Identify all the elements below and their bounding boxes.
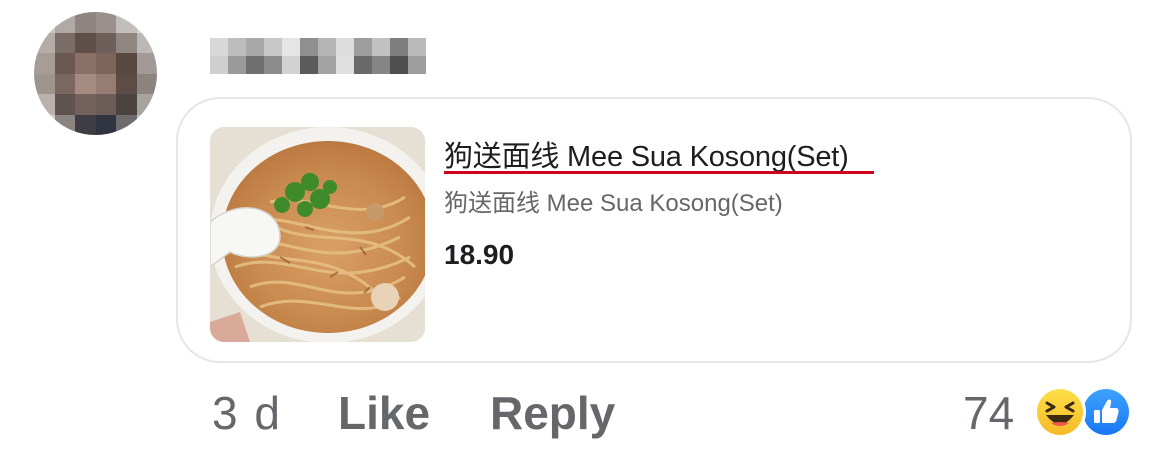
- name-pixel: [354, 56, 372, 74]
- avatar-pixel: [34, 53, 55, 74]
- name-pixel: [264, 56, 282, 74]
- avatar-pixel: [34, 94, 55, 115]
- avatar-pixel: [75, 12, 96, 33]
- avatar-pixel: [95, 12, 116, 33]
- avatar-pixel: [95, 114, 116, 135]
- reply-button[interactable]: Reply: [490, 383, 615, 443]
- avatar-pixel: [54, 94, 75, 115]
- avatar-pixel: [54, 32, 75, 53]
- title-underline: [444, 171, 874, 174]
- avatar-pixel: [75, 114, 96, 135]
- avatar-pixel: [34, 12, 55, 33]
- avatar-pixel: [34, 114, 55, 135]
- avatar-pixel: [116, 114, 137, 135]
- name-pixel: [282, 38, 300, 56]
- avatar-pixel: [116, 94, 137, 115]
- name-pixel: [210, 56, 228, 74]
- avatar-pixel: [34, 73, 55, 94]
- reactions[interactable]: [1034, 386, 1134, 440]
- avatar-pixel: [95, 32, 116, 53]
- name-pixel: [390, 56, 408, 74]
- avatar-pixel: [116, 73, 137, 94]
- avatar-pixel: [54, 12, 75, 33]
- comment: 狗送面线 Mee Sua Kosong(Set) 狗送面线 Mee Sua Ko…: [0, 0, 1170, 455]
- avatar-pixel: [136, 114, 157, 135]
- like-button[interactable]: Like: [338, 383, 430, 443]
- name-pixel: [372, 56, 390, 74]
- name-pixel: [300, 38, 318, 56]
- avatar-pixel: [54, 114, 75, 135]
- avatar-pixel: [116, 32, 137, 53]
- avatar-pixel: [116, 53, 137, 74]
- avatar-pixel: [136, 94, 157, 115]
- avatar-pixel: [136, 32, 157, 53]
- avatar-pixel: [116, 12, 137, 33]
- avatar-pixel: [75, 73, 96, 94]
- name-pixel: [228, 38, 246, 56]
- item-subtitle: 狗送面线 Mee Sua Kosong(Set): [444, 190, 783, 217]
- avatar-pixel: [136, 12, 157, 33]
- name-pixel: [390, 38, 408, 56]
- reaction-count[interactable]: 74: [963, 383, 1014, 443]
- avatar-pixel: [54, 53, 75, 74]
- name-pixel: [318, 56, 336, 74]
- avatar-pixel: [75, 53, 96, 74]
- name-pixel: [336, 38, 354, 56]
- avatar-pixel: [34, 32, 55, 53]
- avatar-pixel: [95, 73, 116, 94]
- avatar-pixel: [95, 53, 116, 74]
- avatar-pixel: [136, 73, 157, 94]
- name-pixel: [354, 38, 372, 56]
- avatar-pixel: [95, 94, 116, 115]
- name-pixel: [372, 38, 390, 56]
- name-pixel: [246, 38, 264, 56]
- name-pixel: [228, 56, 246, 74]
- avatar-pixel: [54, 73, 75, 94]
- avatar-pixel: [75, 32, 96, 53]
- noodle-bowl-image: [210, 127, 425, 342]
- noodle-bowl-photo[interactable]: [210, 127, 425, 342]
- name-pixel: [246, 56, 264, 74]
- name-pixel: [300, 56, 318, 74]
- commenter-name[interactable]: [210, 38, 426, 74]
- name-pixel: [318, 38, 336, 56]
- avatar-pixel: [75, 94, 96, 115]
- name-pixel: [264, 38, 282, 56]
- avatar[interactable]: [34, 12, 157, 135]
- name-pixel: [210, 38, 228, 56]
- name-pixel: [282, 56, 300, 74]
- haha-icon: [1034, 386, 1086, 438]
- name-pixel: [408, 56, 426, 74]
- name-pixel: [408, 38, 426, 56]
- like-icon: [1080, 386, 1132, 438]
- item-title[interactable]: 狗送面线 Mee Sua Kosong(Set): [444, 133, 849, 175]
- avatar-pixel: [136, 53, 157, 74]
- name-pixel: [336, 56, 354, 74]
- item-price: 18.90: [444, 239, 515, 270]
- comment-timestamp[interactable]: 3 d: [212, 383, 282, 443]
